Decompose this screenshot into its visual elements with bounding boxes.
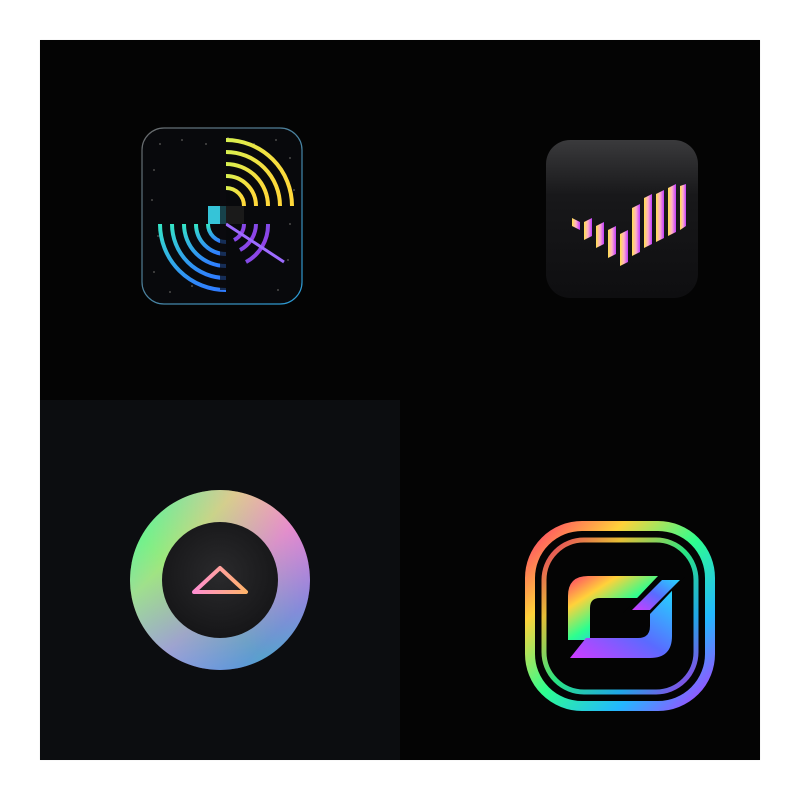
bar-signal-cell: [400, 40, 760, 400]
radar-arcs-cell: [40, 40, 400, 400]
up-arrow-ring-icon: [130, 490, 310, 670]
bar-signal-icon: [546, 140, 698, 298]
icon-sheet: [40, 40, 760, 760]
up-arrow-ring-cell: [40, 400, 400, 760]
radar-arcs-icon: [141, 127, 303, 305]
interlocked-s-cell: [400, 400, 760, 760]
interlocked-s-icon: [525, 521, 715, 711]
